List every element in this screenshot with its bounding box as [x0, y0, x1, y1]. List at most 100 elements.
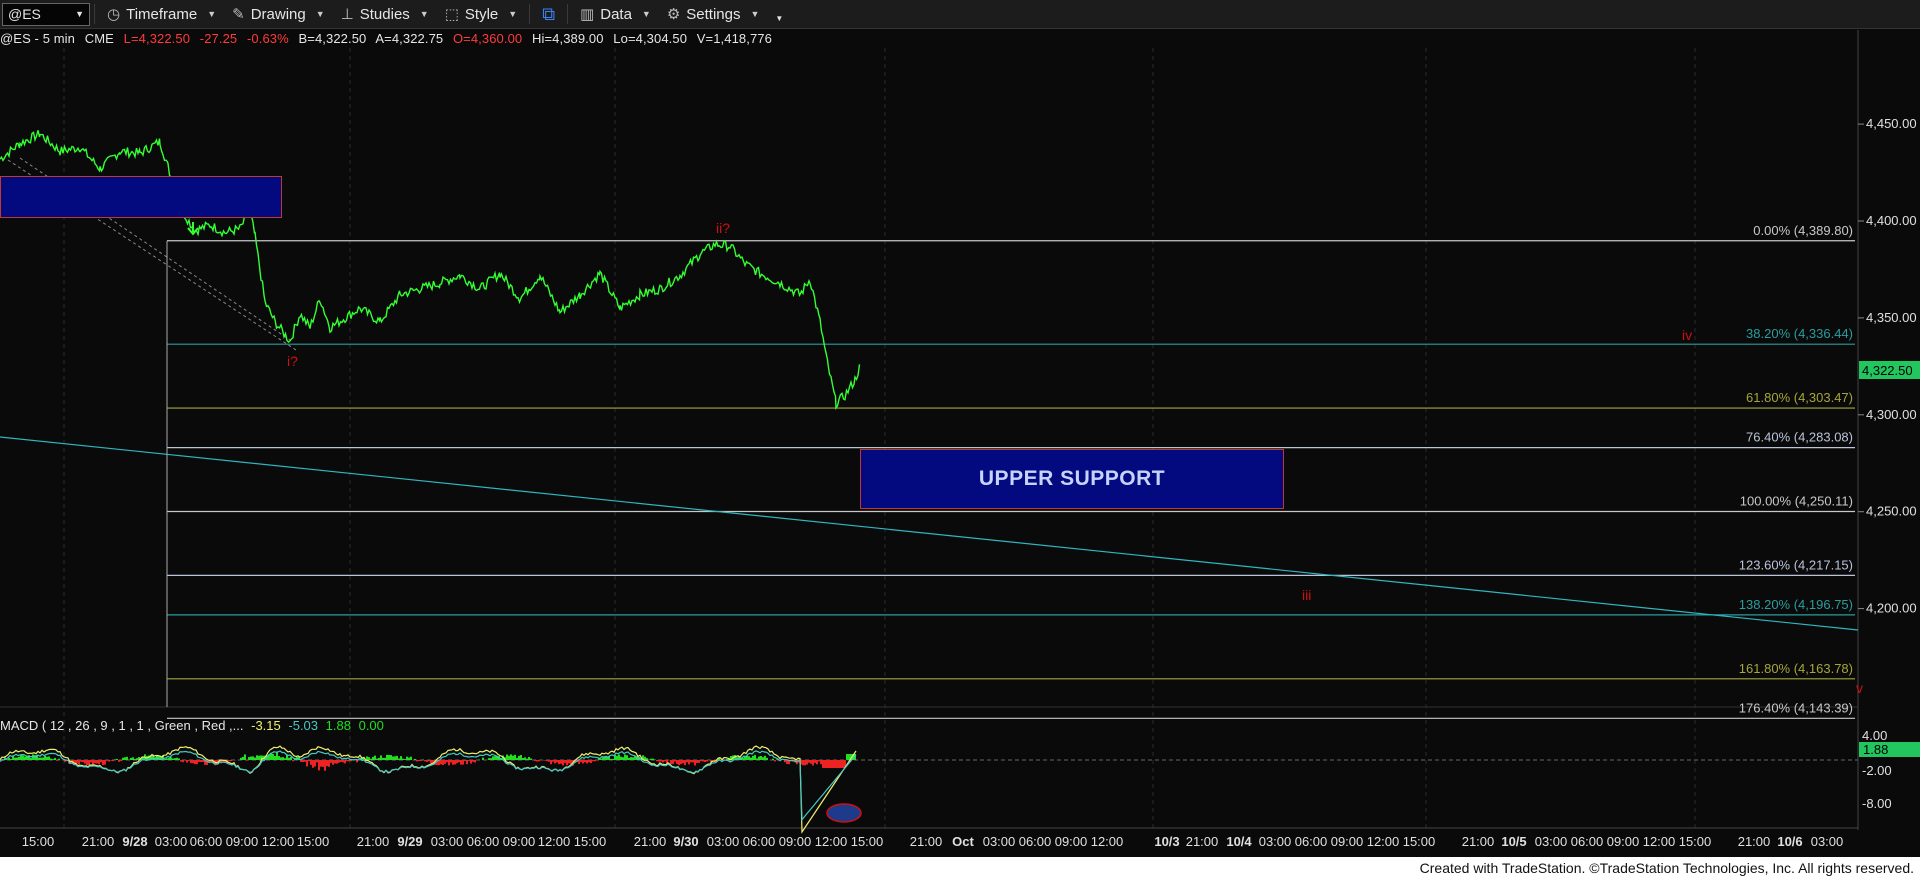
macd-bar [468, 760, 470, 761]
macd-bar [308, 760, 310, 762]
time-axis: 15:00 21:00 9/28 03:00 06:00 09:00 12:00 15:00 2… [22, 834, 1844, 849]
macd-bar [418, 760, 420, 762]
macd-bar [568, 760, 570, 764]
macd-bar [344, 760, 346, 764]
macd-bar [230, 760, 232, 762]
macd-bar [620, 756, 622, 760]
macd-bar [250, 756, 252, 760]
macd-bar [248, 757, 250, 760]
macd-bar [842, 760, 844, 768]
macd-bar [424, 760, 426, 762]
macd-bar [276, 751, 278, 760]
macd-bar [52, 759, 54, 760]
macd-bar [48, 756, 50, 760]
macd-bar [816, 760, 818, 765]
upper-support-box[interactable]: UPPER SUPPORT [860, 449, 1284, 509]
macd-bar [192, 760, 194, 764]
macd-bar [814, 760, 816, 763]
macd-bar [544, 760, 546, 761]
macd-bar [408, 757, 410, 760]
fib-level-label: 38.20% (4,336.44) [1746, 326, 1853, 341]
macd-bar [58, 758, 60, 760]
fib-level-label: 138.20% (4,196.75) [1739, 597, 1853, 612]
time-tick-label: 15:00 [574, 834, 607, 849]
macd-bar [302, 760, 304, 763]
macd-bar [458, 760, 460, 763]
macd-bar [674, 760, 676, 762]
macd-bar [838, 760, 840, 768]
macd-bar [304, 760, 306, 762]
macd-bar [96, 760, 98, 764]
time-tick-label: 15:00 [22, 834, 55, 849]
macd-bar [808, 760, 810, 763]
macd-bar [564, 760, 566, 763]
macd-bar [94, 760, 96, 764]
wave-label-ii: ii? [716, 220, 730, 236]
macd-bar [672, 760, 674, 765]
price-tick-label: 4,200.00 [1866, 601, 1917, 616]
time-tick-label: 12:00 [815, 834, 848, 849]
macd-bar [320, 760, 322, 767]
macd-bar [252, 756, 254, 760]
macd-title: MACD ( 12 , 26 , 9 , 1 , 1 , Green , Red… [0, 718, 244, 733]
macd-bar [750, 757, 752, 760]
macd-bar [196, 760, 198, 765]
macd-bar [512, 755, 514, 760]
time-tick-label: 9/30 [673, 834, 698, 849]
macd-bar [98, 760, 100, 765]
macd-bar [376, 758, 378, 760]
macd-bar [198, 760, 200, 762]
macd-bar [462, 760, 464, 765]
macd-bar [340, 760, 342, 762]
macd-bar [474, 760, 476, 763]
macd-bar [516, 757, 518, 760]
macd-bar [118, 760, 120, 762]
macd-bar [704, 760, 706, 762]
macd-bar [616, 755, 618, 760]
macd-bar [670, 760, 672, 765]
macd-legend: MACD ( 12 , 26 , 9 , 1 , 1 , Green , Red… [0, 718, 388, 733]
macd-bar [84, 760, 86, 764]
macd-bar [558, 760, 560, 765]
macd-bar [188, 760, 190, 761]
macd-bar [380, 755, 382, 760]
macd-bar [506, 754, 508, 760]
macd-bar [318, 760, 320, 771]
time-tick-label: 06:00 [1295, 834, 1328, 849]
macd-bar [78, 760, 80, 765]
macd-bar [328, 760, 330, 767]
time-tick-label: 03:00 [1811, 834, 1844, 849]
macd-bar [394, 756, 396, 760]
macd-bar [86, 760, 88, 766]
macd-bar [446, 760, 448, 763]
time-tick-label: 03:00 [431, 834, 464, 849]
macd-bar [314, 760, 316, 767]
macd-bar [664, 760, 666, 762]
macd-bar [280, 757, 282, 760]
macd-bar [202, 760, 204, 762]
macd-divergence-circle [826, 803, 862, 823]
macd-bar [200, 760, 202, 763]
macd-bar [536, 760, 538, 762]
macd-bar [784, 760, 786, 763]
wave-label-i: i? [287, 353, 298, 369]
time-tick-label: 10/4 [1226, 834, 1252, 849]
macd-bar [752, 755, 754, 760]
resistance-box[interactable] [0, 176, 282, 218]
macd-bar [292, 760, 294, 762]
macd-bar [524, 757, 526, 760]
macd-bar [90, 760, 92, 763]
macd-bar [764, 755, 766, 760]
time-tick-label: 9/29 [397, 834, 422, 849]
price-tick-label: 4,250.00 [1866, 504, 1917, 519]
upper-support-label: UPPER SUPPORT [978, 467, 1166, 490]
macd-bar [644, 756, 646, 760]
macd-bar [514, 754, 516, 760]
macd-bar [684, 760, 686, 766]
macd-bar [440, 760, 442, 765]
macd-bar [444, 760, 446, 764]
macd-bar [688, 760, 690, 765]
macd-bar [554, 760, 556, 764]
macd-bar [330, 760, 332, 763]
macd-bar [398, 758, 400, 760]
